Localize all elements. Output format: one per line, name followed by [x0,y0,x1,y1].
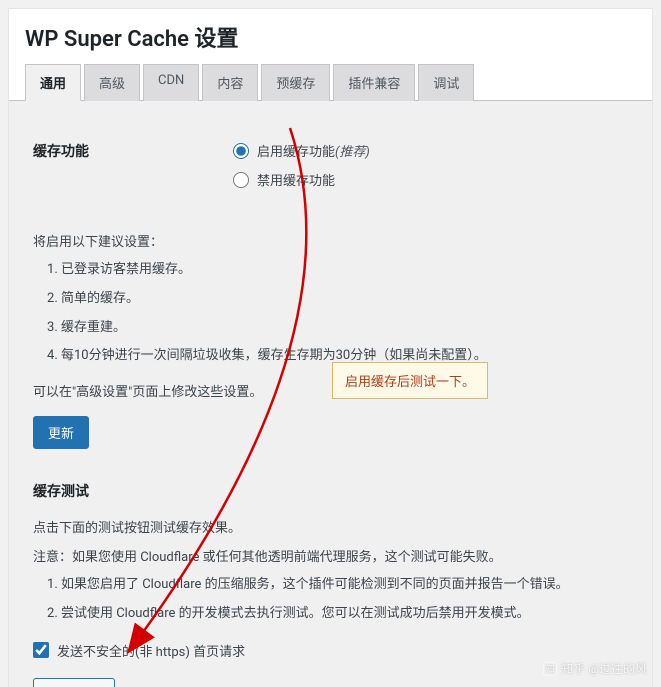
cache-off-label: 禁用缓存功能 [257,170,335,189]
cache-section-label: 缓存功能 [33,141,233,161]
cache-off-option[interactable]: 禁用缓存功能 [233,170,628,189]
insecure-request-checkbox[interactable] [33,642,49,658]
suggestion-item: 已登录访客禁用缓存。 [61,260,628,281]
suggestions-note: 可以在"高级设置"页面上修改这些设置。 [33,381,628,400]
cache-off-radio[interactable] [233,172,249,188]
page-title: WP Super Cache 设置 [9,9,652,63]
suggestion-item: 简单的缓存。 [61,289,628,310]
tab-general[interactable]: 通用 [25,64,81,101]
nav-tabs: 通用 高级 CDN 内容 预缓存 插件兼容 调试 [9,63,652,101]
cache-test-list: 如果您启用了 Cloudflare 的压缩服务，这个插件可能检测到不同的页面并报… [33,575,628,625]
watermark-text: 知乎 @过往的风 [561,660,647,677]
annotation-callout: 启用缓存后测试一下。 [332,362,488,399]
cache-on-radio[interactable] [233,143,249,159]
insecure-request-option[interactable]: 发送不安全的(非 https) 首页请求 [33,641,628,660]
suggestions-intro: 将启用以下建议设置： [33,231,628,250]
tab-advanced[interactable]: 高级 [84,64,140,101]
cache-test-heading: 缓存测试 [33,481,628,501]
update-button[interactable]: 更新 [33,416,89,449]
tab-cdn[interactable]: CDN [143,64,199,101]
zhihu-icon: 知 [543,662,557,676]
tab-plugins[interactable]: 插件兼容 [333,64,415,101]
tab-preload[interactable]: 预缓存 [261,64,330,101]
test-cache-button[interactable]: 测试缓存 [33,678,115,687]
cache-test-warn: 注意：如果您使用 Cloudflare 或任何其他透明前端代理服务，这个测试可能… [33,546,628,565]
tab-debug[interactable]: 调试 [418,64,474,101]
tab-content-panel: 缓存功能 启用缓存功能 (推荐) 禁用缓存功能 [9,101,652,687]
cache-on-option[interactable]: 启用缓存功能 (推荐) [233,141,628,160]
insecure-request-label: 发送不安全的(非 https) 首页请求 [57,641,245,660]
watermark: 知 知乎 @过往的风 [543,660,647,677]
cache-test-item: 尝试使用 Cloudflare 的开发模式去执行测试。您可以在测试成功后禁用开发… [61,604,628,625]
cache-test-item: 如果您启用了 Cloudflare 的压缩服务，这个插件可能检测到不同的页面并报… [61,575,628,596]
suggestions-list: 已登录访客禁用缓存。 简单的缓存。 缓存重建。 每10分钟进行一次间隔垃圾收集，… [33,260,628,367]
cache-test-desc: 点击下面的测试按钮测试缓存效果。 [33,517,628,536]
tab-content[interactable]: 内容 [202,64,258,101]
suggestion-item: 缓存重建。 [61,318,628,339]
cache-on-recommend: (推荐) [335,141,370,160]
cache-on-label: 启用缓存功能 [257,141,335,160]
